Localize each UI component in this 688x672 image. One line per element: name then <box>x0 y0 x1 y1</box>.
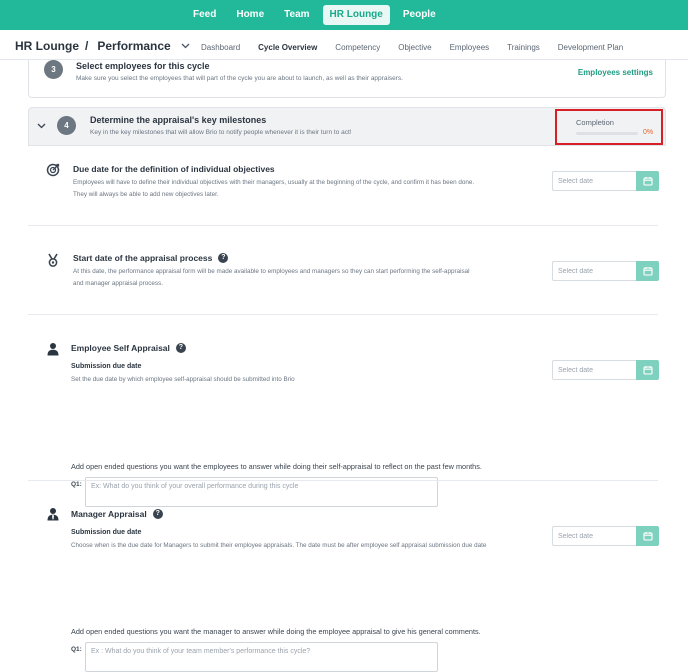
chevron-down-icon[interactable] <box>37 121 46 131</box>
date-input[interactable] <box>552 526 636 546</box>
date-input[interactable] <box>552 360 636 380</box>
step-number-badge: 4 <box>57 116 76 135</box>
submission-due-date-label: Submission due date <box>71 363 142 370</box>
completion-progress-bar <box>576 132 638 135</box>
subnav-trainings[interactable]: Trainings <box>507 43 540 52</box>
breadcrumb: HR Lounge / Performance <box>15 39 190 53</box>
completion-value: 0% <box>643 129 654 136</box>
section-description-line-2: and manager appraisal process. <box>73 280 163 287</box>
section-description-line-1: Employees will have to define their indi… <box>73 179 475 186</box>
step-number-badge: 3 <box>44 60 63 79</box>
subnav-competency[interactable]: Competency <box>335 43 380 52</box>
main-content: 3 Select employees for this cycle Make s… <box>28 60 666 672</box>
breadcrumb-current: Performance <box>97 39 171 53</box>
appraisal-start-date-picker[interactable] <box>552 261 659 281</box>
completion-label: Completion <box>576 118 614 127</box>
manager-appraisal-date-picker[interactable] <box>552 526 659 546</box>
breadcrumb-root[interactable]: HR Lounge <box>15 39 79 53</box>
manager-appraisal-question-input[interactable] <box>85 642 438 672</box>
step-3-card: 3 Select employees for this cycle Make s… <box>28 60 666 98</box>
chevron-down-icon[interactable] <box>181 41 190 51</box>
submission-due-date-label: Submission due date <box>71 529 142 536</box>
subnav-development-plan[interactable]: Development Plan <box>558 43 623 52</box>
topnav-team[interactable]: Team <box>277 5 316 25</box>
section-title: Start date of the appraisal process ? <box>73 253 229 263</box>
step-3-description: Make sure you select the employees that … <box>76 75 403 82</box>
appraisal-start-section: Start date of the appraisal process ? At… <box>28 226 659 314</box>
manager-icon <box>46 507 60 521</box>
objectives-date-picker[interactable] <box>552 171 659 191</box>
step-4-title: Determine the appraisal's key milestones <box>90 115 267 125</box>
subnav-dashboard[interactable]: Dashboard <box>201 43 240 52</box>
subnav-objective[interactable]: Objective <box>398 43 431 52</box>
calendar-icon[interactable] <box>636 526 659 546</box>
top-navigation-bar: Feed Home Team HR Lounge People <box>0 0 688 30</box>
section-title: Employee Self Appraisal ? <box>71 343 186 353</box>
self-appraisal-date-picker[interactable] <box>552 360 659 380</box>
manager-appraisal-section: Manager Appraisal ? Submission due date … <box>28 481 659 672</box>
help-icon[interactable]: ? <box>175 343 186 353</box>
calendar-icon[interactable] <box>636 261 659 281</box>
employees-settings-link[interactable]: Employees settings <box>578 68 653 77</box>
question-label: Q1: <box>71 646 82 653</box>
topnav-feed[interactable]: Feed <box>186 5 223 25</box>
subnav-cycle-overview[interactable]: Cycle Overview <box>258 43 317 52</box>
help-icon[interactable]: ? <box>152 509 163 519</box>
questions-prompt: Add open ended questions you want the ma… <box>71 627 481 636</box>
questions-prompt: Add open ended questions you want the em… <box>71 462 482 471</box>
section-description-line-2: They will always be able to add new obje… <box>73 191 219 198</box>
sub-navigation: Dashboard Cycle Overview Competency Obje… <box>201 43 641 52</box>
step-3-title: Select employees for this cycle <box>76 61 210 71</box>
date-input[interactable] <box>552 261 636 281</box>
submission-due-date-description: Choose when is the due date for Managers… <box>71 542 487 549</box>
top-nav: Feed Home Team HR Lounge People <box>186 5 449 25</box>
section-title: Due date for the definition of individua… <box>73 164 275 174</box>
completion-indicator: Completion 0% <box>555 109 663 145</box>
step-4-header[interactable]: 4 Determine the appraisal's key mileston… <box>28 107 666 146</box>
calendar-icon[interactable] <box>636 360 659 380</box>
submission-due-date-description: Set the due date by which employee self-… <box>71 376 295 383</box>
section-title: Manager Appraisal ? <box>71 509 163 519</box>
objectives-due-date-section: Due date for the definition of individua… <box>28 146 659 226</box>
topnav-people[interactable]: People <box>396 5 443 25</box>
sub-header: HR Lounge / Performance Dashboard Cycle … <box>0 30 688 60</box>
self-appraisal-section: Employee Self Appraisal ? Submission due… <box>28 315 659 507</box>
user-icon <box>46 342 60 356</box>
section-description-line-1: At this date, the performance appraisal … <box>73 268 470 275</box>
help-icon[interactable]: ? <box>218 253 229 263</box>
subnav-employees[interactable]: Employees <box>450 43 490 52</box>
medal-icon <box>46 253 60 267</box>
topnav-home[interactable]: Home <box>229 5 271 25</box>
breadcrumb-separator: / <box>85 39 89 53</box>
calendar-icon[interactable] <box>636 171 659 191</box>
target-icon <box>46 163 60 177</box>
date-input[interactable] <box>552 171 636 191</box>
topnav-hr-lounge[interactable]: HR Lounge <box>322 5 390 25</box>
step-4-description: Key in the key milestones that will allo… <box>90 129 352 136</box>
